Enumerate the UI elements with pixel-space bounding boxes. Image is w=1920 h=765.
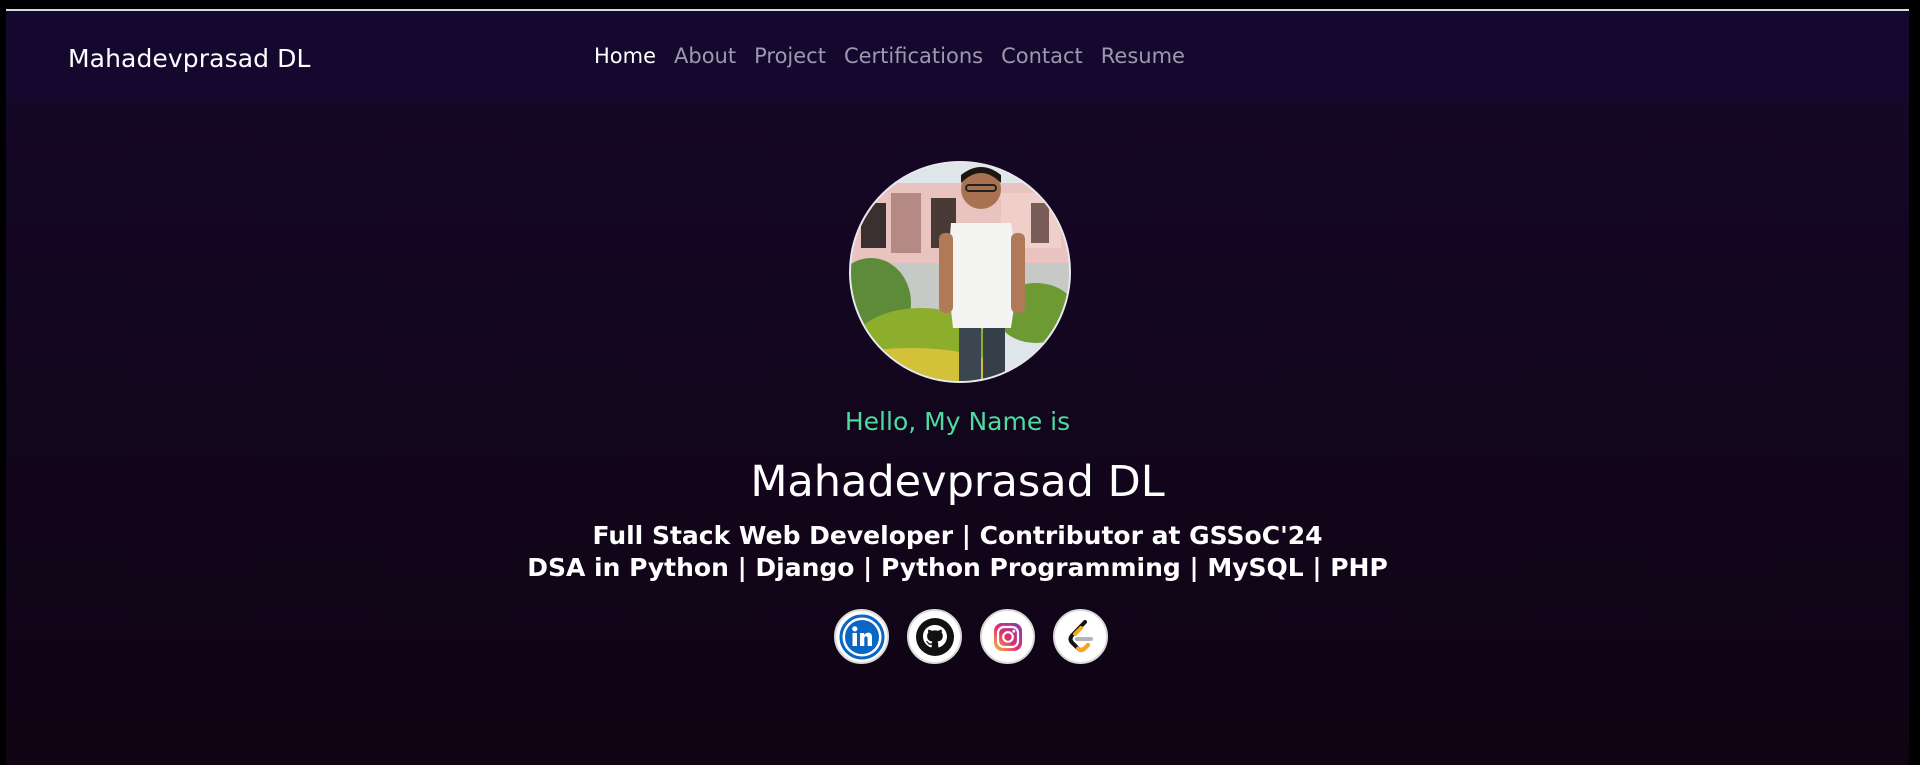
instagram-icon (993, 622, 1022, 651)
hero-tagline-2: DSA in Python | Django | Python Programm… (527, 553, 1388, 582)
profile-photo (851, 163, 1069, 381)
linkedin-link[interactable] (834, 609, 889, 664)
nav-link-contact[interactable]: Contact (1001, 44, 1083, 68)
nav-link-home[interactable]: Home (594, 44, 656, 68)
profile-avatar (849, 161, 1071, 383)
linkedin-icon (839, 614, 884, 659)
brand-logo[interactable]: Mahadevprasad DL (68, 44, 311, 73)
instagram-link[interactable] (980, 609, 1035, 664)
hero-name: Mahadevprasad DL (750, 457, 1165, 507)
nav-link-certifications[interactable]: Certifications (844, 44, 983, 68)
nav-link-about[interactable]: About (674, 44, 736, 68)
leetcode-link[interactable] (1053, 609, 1108, 664)
leetcode-icon (1068, 619, 1093, 652)
social-links (834, 609, 1108, 664)
nav-links: Home About Project Certifications Contac… (594, 44, 1185, 68)
github-link[interactable] (907, 609, 962, 664)
hero-greeting: Hello, My Name is (844, 407, 1071, 436)
nav-link-project[interactable]: Project (754, 44, 826, 68)
browser-viewport: Mahadevprasad DL Home About Project Cert… (6, 9, 1909, 765)
hero-tagline-1: Full Stack Web Developer | Contributor a… (592, 521, 1323, 550)
navbar: Mahadevprasad DL Home About Project Cert… (6, 11, 1909, 99)
nav-link-resume[interactable]: Resume (1101, 44, 1185, 68)
github-icon (915, 617, 954, 656)
